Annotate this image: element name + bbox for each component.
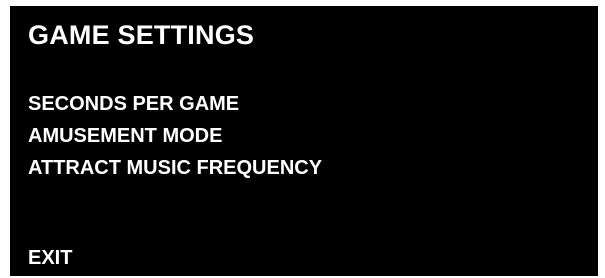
page-title: GAME SETTINGS — [28, 20, 255, 50]
settings-menu: SECONDS PER GAME AMUSEMENT MODE ATTRACT … — [28, 94, 322, 190]
menu-item-amusement-mode[interactable]: AMUSEMENT MODE — [28, 126, 322, 146]
menu-item-attract-music-frequency[interactable]: ATTRACT MUSIC FREQUENCY — [28, 158, 322, 178]
exit-menu-item[interactable]: EXIT — [28, 248, 72, 268]
menu-item-seconds-per-game[interactable]: SECONDS PER GAME — [28, 94, 322, 114]
settings-screen: GAME SETTINGS SECONDS PER GAME AMUSEMENT… — [10, 6, 598, 276]
